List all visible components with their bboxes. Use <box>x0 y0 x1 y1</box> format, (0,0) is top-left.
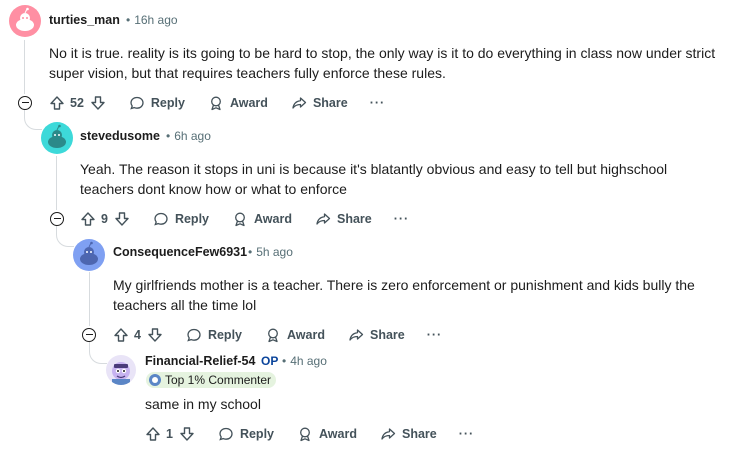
more-options-button[interactable]: ··· <box>459 427 475 441</box>
collapse-icon[interactable] <box>82 328 96 342</box>
award-button[interactable]: Award <box>232 211 292 227</box>
more-options-button[interactable]: ··· <box>394 212 410 226</box>
thread-line <box>56 156 57 210</box>
reply-label: Reply <box>150 96 185 110</box>
comment-timestamp: • 4h ago <box>282 354 327 368</box>
vote-control: 52 <box>49 95 106 111</box>
comment-author[interactable]: ConsequenceFew6931 <box>113 245 247 259</box>
share-icon <box>381 428 396 440</box>
award-icon <box>235 212 245 227</box>
award-button[interactable]: Award <box>297 426 357 442</box>
vote-control: 4 <box>113 327 163 343</box>
avatar[interactable] <box>41 122 73 154</box>
reply-label: Reply <box>174 212 209 226</box>
share-label: Share <box>312 96 348 110</box>
share-label: Share <box>401 427 437 441</box>
downvote-icon[interactable] <box>90 95 106 111</box>
vote-count: 9 <box>101 212 108 226</box>
thread-connector <box>56 226 74 247</box>
reply-icon <box>219 427 233 441</box>
award-button[interactable]: Award <box>265 327 325 343</box>
award-icon <box>268 328 278 343</box>
reply-label: Reply <box>207 328 242 342</box>
award-label: Award <box>229 96 268 110</box>
comment-body: My girlfriends mother is a teacher. Ther… <box>113 277 695 313</box>
share-label: Share <box>369 328 405 342</box>
downvote-icon[interactable] <box>114 211 130 227</box>
award-icon <box>211 96 221 111</box>
comment-author[interactable]: Financial-Relief-54 <box>145 354 255 368</box>
comment-author[interactable]: turties_man <box>49 13 120 27</box>
vote-count: 1 <box>166 427 173 441</box>
badge-label: Top 1% Commenter <box>165 373 272 387</box>
collapse-icon[interactable] <box>50 212 64 226</box>
thread-line <box>89 272 90 326</box>
avatar[interactable] <box>73 239 105 271</box>
vote-control: 1 <box>145 426 195 442</box>
avatar[interactable] <box>106 355 136 385</box>
award-icon <box>300 427 310 442</box>
downvote-icon[interactable] <box>179 426 195 442</box>
more-options-button[interactable]: ··· <box>427 328 443 342</box>
comment-timestamp: • 6h ago <box>166 129 211 143</box>
avatar[interactable] <box>9 5 41 37</box>
reply-label: Reply <box>239 427 274 441</box>
comment-actions: 52 Reply Award Share ··· <box>49 93 385 113</box>
upvote-icon[interactable] <box>49 95 65 111</box>
downvote-icon[interactable] <box>147 327 163 343</box>
collapse-icon[interactable] <box>18 96 32 110</box>
upvote-icon[interactable] <box>80 211 96 227</box>
comment-body: No it is true. reality is its going to b… <box>49 45 716 81</box>
comment-actions: 9 Reply Award Share ··· <box>80 209 409 229</box>
award-button[interactable]: Award <box>208 95 268 111</box>
comment-timestamp: • 16h ago <box>126 13 178 27</box>
comment-timestamp: • 5h ago <box>248 245 293 259</box>
reply-icon <box>130 96 144 110</box>
share-button[interactable]: Share <box>315 211 372 227</box>
top-commenter-icon <box>149 374 161 386</box>
thread-connector <box>24 110 42 130</box>
comment-body: Yeah. The reason it stops in uni is beca… <box>80 161 668 197</box>
share-icon <box>316 213 331 225</box>
reply-icon <box>187 328 201 342</box>
share-button[interactable]: Share <box>348 327 405 343</box>
thread-connector <box>89 342 107 364</box>
upvote-icon[interactable] <box>145 426 161 442</box>
reply-button[interactable]: Reply <box>153 211 209 227</box>
more-options-button[interactable]: ··· <box>370 96 386 110</box>
thread-line <box>24 40 25 94</box>
comment-actions: 1 Reply Award Share ··· <box>145 424 474 444</box>
upvote-icon[interactable] <box>113 327 129 343</box>
comment-body: same in my school <box>145 396 261 412</box>
comment-author[interactable]: stevedusome <box>80 129 160 143</box>
award-label: Award <box>254 212 292 226</box>
reply-button[interactable]: Reply <box>186 327 242 343</box>
reply-button[interactable]: Reply <box>218 426 274 442</box>
reply-icon <box>154 212 168 226</box>
share-button[interactable]: Share <box>291 95 348 111</box>
vote-control: 9 <box>80 211 130 227</box>
reply-button[interactable]: Reply <box>129 95 185 111</box>
vote-count: 52 <box>70 96 84 110</box>
top-commenter-badge: Top 1% Commenter <box>146 372 277 388</box>
award-label: Award <box>287 328 325 342</box>
share-button[interactable]: Share <box>380 426 437 442</box>
award-label: Award <box>319 427 357 441</box>
share-icon <box>292 97 307 109</box>
share-label: Share <box>336 212 372 226</box>
vote-count: 4 <box>134 328 141 342</box>
comment-actions: 4 Reply Award Share ··· <box>113 325 442 345</box>
share-icon <box>349 329 364 341</box>
